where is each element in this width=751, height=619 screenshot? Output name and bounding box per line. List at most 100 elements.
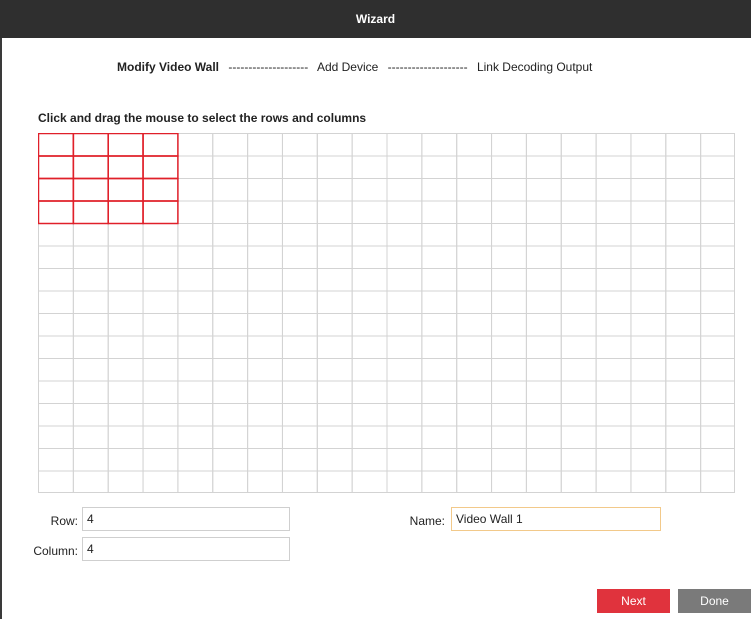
grid-cell[interactable] bbox=[177, 358, 214, 382]
grid-cell[interactable] bbox=[212, 290, 249, 314]
grid-cell[interactable] bbox=[700, 155, 735, 179]
grid-cell[interactable] bbox=[177, 200, 214, 224]
grid-cell[interactable] bbox=[560, 313, 597, 337]
grid-cell[interactable] bbox=[491, 425, 527, 449]
grid-cell[interactable] bbox=[665, 200, 702, 224]
grid-cell[interactable] bbox=[525, 335, 562, 359]
grid-cell[interactable] bbox=[665, 155, 702, 179]
grid-cell[interactable] bbox=[421, 313, 458, 337]
grid-cell[interactable] bbox=[177, 335, 214, 359]
grid-canvas[interactable] bbox=[38, 133, 735, 493]
grid-cell[interactable] bbox=[456, 245, 493, 269]
grid-cell[interactable] bbox=[386, 335, 423, 359]
grid-cell[interactable] bbox=[456, 335, 493, 359]
grid-cell[interactable] bbox=[247, 133, 283, 157]
grid-cell[interactable] bbox=[316, 403, 353, 427]
grid-cell[interactable] bbox=[316, 335, 353, 359]
grid-cell[interactable] bbox=[247, 245, 283, 269]
grid-cell[interactable] bbox=[142, 403, 179, 427]
grid-cell[interactable] bbox=[177, 448, 214, 472]
grid-cell[interactable] bbox=[700, 200, 735, 224]
grid-cell[interactable] bbox=[595, 268, 632, 292]
grid-cell[interactable] bbox=[72, 313, 109, 337]
grid-cell[interactable] bbox=[247, 155, 283, 179]
grid-cell[interactable] bbox=[386, 223, 423, 247]
grid-cell[interactable] bbox=[700, 178, 735, 202]
grid-cell[interactable] bbox=[560, 245, 597, 269]
grid-cell[interactable] bbox=[351, 313, 388, 337]
grid-cell[interactable] bbox=[177, 403, 214, 427]
grid-cell[interactable] bbox=[491, 380, 527, 404]
grid-cell[interactable] bbox=[595, 200, 632, 224]
grid-cell[interactable] bbox=[456, 268, 493, 292]
grid-cell[interactable] bbox=[316, 380, 353, 404]
grid-cell[interactable] bbox=[72, 268, 109, 292]
grid-cell[interactable] bbox=[72, 290, 109, 314]
grid-cell[interactable] bbox=[665, 448, 702, 472]
grid-cell[interactable] bbox=[491, 245, 527, 269]
grid-cell[interactable] bbox=[247, 470, 283, 493]
grid-cell[interactable] bbox=[386, 380, 423, 404]
grid-cell-selected[interactable] bbox=[38, 155, 75, 180]
grid-cell[interactable] bbox=[281, 448, 318, 472]
grid-cell[interactable] bbox=[142, 425, 179, 449]
grid-cell[interactable] bbox=[38, 335, 74, 359]
grid-cell[interactable] bbox=[177, 313, 214, 337]
grid-cell[interactable] bbox=[560, 290, 597, 314]
grid-cell[interactable] bbox=[72, 223, 109, 247]
grid-cell[interactable] bbox=[212, 313, 249, 337]
grid-cell[interactable] bbox=[351, 425, 388, 449]
grid-cell[interactable] bbox=[212, 380, 249, 404]
grid-cell[interactable] bbox=[630, 268, 667, 292]
grid-cell[interactable] bbox=[525, 425, 562, 449]
grid-cell[interactable] bbox=[491, 448, 527, 472]
grid-cell[interactable] bbox=[595, 448, 632, 472]
grid-cell[interactable] bbox=[281, 290, 318, 314]
grid-cell[interactable] bbox=[630, 133, 667, 157]
grid-cell[interactable] bbox=[386, 155, 423, 179]
grid-cell[interactable] bbox=[665, 290, 702, 314]
grid-cell[interactable] bbox=[142, 268, 179, 292]
grid-cell[interactable] bbox=[386, 448, 423, 472]
grid-cell[interactable] bbox=[281, 223, 318, 247]
grid-cell[interactable] bbox=[316, 268, 353, 292]
grid-cell[interactable] bbox=[595, 380, 632, 404]
grid-cell[interactable] bbox=[351, 335, 388, 359]
grid-cell[interactable] bbox=[212, 358, 249, 382]
grid-cell[interactable] bbox=[421, 133, 458, 157]
grid-cell[interactable] bbox=[700, 335, 735, 359]
grid-cell[interactable] bbox=[107, 380, 144, 404]
grid-cell[interactable] bbox=[177, 268, 214, 292]
grid-cell[interactable] bbox=[386, 358, 423, 382]
grid-cell[interactable] bbox=[38, 313, 74, 337]
grid-cell[interactable] bbox=[281, 133, 318, 157]
grid-cell[interactable] bbox=[351, 358, 388, 382]
grid-cell[interactable] bbox=[247, 335, 283, 359]
grid-cell[interactable] bbox=[700, 313, 735, 337]
grid-cell[interactable] bbox=[38, 358, 74, 382]
grid-cell[interactable] bbox=[281, 425, 318, 449]
grid-cell-selected[interactable] bbox=[107, 155, 144, 180]
grid-cell[interactable] bbox=[525, 290, 562, 314]
grid-cell[interactable] bbox=[316, 358, 353, 382]
grid-cell[interactable] bbox=[491, 290, 527, 314]
grid-cell[interactable] bbox=[72, 470, 109, 493]
grid-cell[interactable] bbox=[560, 268, 597, 292]
grid-cell[interactable] bbox=[630, 290, 667, 314]
grid-cell[interactable] bbox=[38, 448, 74, 472]
grid-cell[interactable] bbox=[560, 380, 597, 404]
grid-cell[interactable] bbox=[142, 470, 179, 493]
grid-cell[interactable] bbox=[630, 358, 667, 382]
grid-cell[interactable] bbox=[281, 155, 318, 179]
grid-cell[interactable] bbox=[421, 155, 458, 179]
grid-cell[interactable] bbox=[560, 223, 597, 247]
grid-cell[interactable] bbox=[247, 178, 283, 202]
grid-cell[interactable] bbox=[665, 403, 702, 427]
grid-cell[interactable] bbox=[177, 223, 214, 247]
grid-cell[interactable] bbox=[595, 358, 632, 382]
grid-cell[interactable] bbox=[142, 380, 179, 404]
grid-cell[interactable] bbox=[525, 245, 562, 269]
grid-cell[interactable] bbox=[38, 470, 74, 493]
grid-cell[interactable] bbox=[630, 470, 667, 493]
grid-cell[interactable] bbox=[595, 313, 632, 337]
